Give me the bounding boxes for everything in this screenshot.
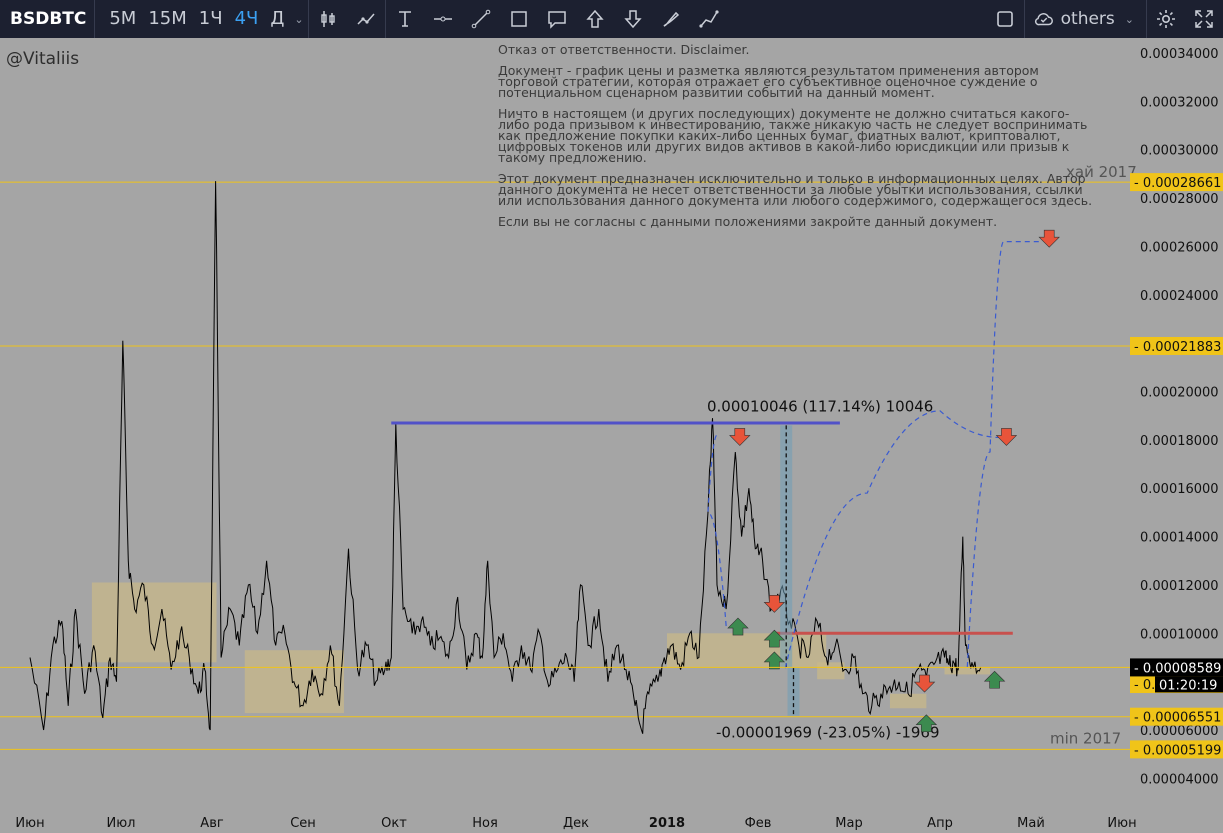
gear-icon[interactable] xyxy=(1147,0,1185,38)
accumulation-zone xyxy=(817,662,845,680)
current-price-label: - 0.00008589 xyxy=(1134,661,1221,676)
measure-up-label: 0.00010046 (117.14%) 10046 xyxy=(707,397,933,415)
x-tick-label: Ноя xyxy=(472,816,498,831)
y-tick-label: 0.00026000 xyxy=(1140,240,1219,255)
timeframe-2[interactable]: 1Ч xyxy=(193,0,229,38)
arrow-up-icon[interactable] xyxy=(576,0,614,38)
x-tick-label: Сен xyxy=(290,816,316,831)
cloud-icon xyxy=(1034,13,1053,26)
x-tick-label: Июн xyxy=(1107,816,1136,831)
disclaimer-paragraph: Если вы не согласны с данными положениям… xyxy=(498,214,998,229)
others-dropdown[interactable]: others ⌄ xyxy=(1025,8,1146,30)
author-watermark: @Vitaliis xyxy=(6,49,80,69)
arrow-down-icon[interactable] xyxy=(614,0,652,38)
x-tick-label: Окт xyxy=(381,816,407,831)
timeframe-1[interactable]: 15М xyxy=(142,0,192,38)
x-tick-label: Авг xyxy=(200,816,224,831)
candle-style-icon[interactable] xyxy=(309,0,347,38)
x-tick-label: Май xyxy=(1017,816,1045,831)
y-tick-label: 0.00030000 xyxy=(1140,144,1219,159)
y-tick-label: 0.00016000 xyxy=(1140,482,1219,497)
x-tick-label: Июл xyxy=(107,816,136,831)
chart-toolbar: BSDBTC 5М 15М 1Ч 4Ч Д ⌄ others ⌄ xyxy=(0,0,1223,38)
path-icon[interactable] xyxy=(690,0,728,38)
trend-line-icon[interactable] xyxy=(462,0,500,38)
level-price-label: - 0.00028661 xyxy=(1134,176,1221,191)
y-tick-label: 0.00004000 xyxy=(1140,772,1219,787)
disclaimer-text: Отказ от ответственности. Disclaimer. Док… xyxy=(498,42,1098,237)
horizontal-line-icon[interactable] xyxy=(424,0,462,38)
y-tick-label: 0.00012000 xyxy=(1140,579,1219,594)
brush-icon[interactable] xyxy=(652,0,690,38)
indicators-icon[interactable] xyxy=(347,0,385,38)
symbol-label[interactable]: BSDBTC xyxy=(0,0,94,38)
disclaimer-paragraph: Документ - график цены и разметка являют… xyxy=(498,63,1039,100)
y-tick-label: 0.00018000 xyxy=(1140,434,1219,449)
level-price-label: - 0.00005199 xyxy=(1134,743,1221,758)
y-tick-label: 0.00034000 xyxy=(1140,47,1219,62)
text-tool-icon[interactable] xyxy=(386,0,424,38)
sell-arrow-marker xyxy=(913,674,936,693)
disclaimer-paragraph: Отказ от ответственности. Disclaimer. xyxy=(498,42,750,57)
x-tick-label: 2018 xyxy=(649,816,685,831)
buy-arrow-marker xyxy=(727,617,749,636)
forecast-path xyxy=(966,240,1041,668)
y-tick-label: 0.00010000 xyxy=(1140,627,1219,642)
y-tick-label: 0.00032000 xyxy=(1140,95,1219,110)
expand-icon[interactable] xyxy=(1185,0,1223,38)
level-note: min 2017 xyxy=(1050,729,1121,747)
x-tick-label: Июн xyxy=(15,816,44,831)
sell-arrow-marker xyxy=(729,428,751,446)
chevron-down-icon[interactable]: ⌄ xyxy=(290,13,307,26)
y-tick-label: 0.00028000 xyxy=(1140,192,1219,207)
timeframe-3[interactable]: 4Ч xyxy=(229,0,265,38)
accumulation-zone xyxy=(889,693,927,709)
x-tick-label: Дек xyxy=(563,816,589,831)
others-label: others xyxy=(1060,9,1115,29)
sell-arrow-marker xyxy=(995,428,1018,446)
timeframe-0[interactable]: 5М xyxy=(103,0,142,38)
y-tick-label: 0.00006000 xyxy=(1140,724,1219,739)
timeframe-group: 5М 15М 1Ч 4Ч Д xyxy=(95,0,290,38)
callout-icon[interactable] xyxy=(538,0,576,38)
disclaimer-paragraph: Этот документ предназначен исключительно… xyxy=(498,171,1093,208)
x-tick-label: Апр xyxy=(927,816,953,831)
y-tick-label: 0.00014000 xyxy=(1140,531,1219,546)
countdown-label: 01:20:19 xyxy=(1159,678,1217,693)
forecast-path xyxy=(784,410,1000,669)
y-tick-label: 0.00020000 xyxy=(1140,386,1219,401)
drawing-tools xyxy=(309,0,728,38)
x-tick-label: Фев xyxy=(745,816,772,831)
disclaimer-paragraph: Ничто в настоящем (и других последующих)… xyxy=(498,106,1088,165)
fullscreen-square-icon[interactable] xyxy=(986,0,1024,38)
x-tick-label: Мар xyxy=(835,816,862,831)
chevron-down-icon: ⌄ xyxy=(1124,12,1134,26)
level-price-label: - 0.00021883 xyxy=(1134,340,1221,355)
level-price-label: - 0.00006551 xyxy=(1134,711,1221,726)
timeframe-4[interactable]: Д xyxy=(264,0,290,38)
measure-down-label: -0.00001969 (-23.05%) -1969 xyxy=(716,724,940,742)
rectangle-icon[interactable] xyxy=(500,0,538,38)
toolbar-right: others ⌄ xyxy=(986,0,1223,38)
y-tick-label: 0.00024000 xyxy=(1140,289,1219,304)
